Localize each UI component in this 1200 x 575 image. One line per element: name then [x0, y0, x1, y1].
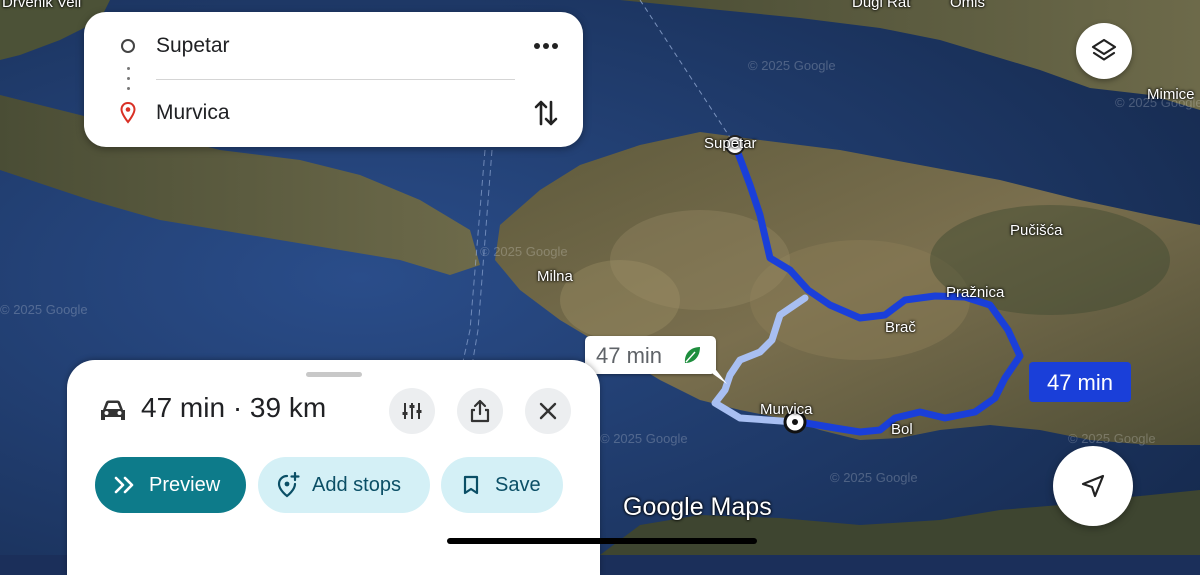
place-label-pucisca: Pučišća: [1010, 222, 1063, 239]
more-horizontal-icon: [534, 43, 558, 49]
add-stops-button[interactable]: Add stops: [258, 457, 430, 513]
swap-direction-button[interactable]: [533, 98, 559, 128]
layers-button[interactable]: [1076, 23, 1132, 79]
map-watermark: © 2025 Google: [600, 431, 688, 446]
share-icon: [470, 399, 490, 423]
route-options-button[interactable]: [389, 388, 435, 434]
place-label-omis: Omiš: [950, 0, 985, 11]
route-summary: 47 min · 39 km: [141, 392, 327, 423]
map-watermark: © 2025 Google: [748, 58, 836, 73]
map-watermark: © 2025 Google: [0, 302, 88, 317]
place-label-supetar: Supetar: [704, 135, 757, 152]
add-location-icon: [277, 472, 300, 498]
add-stops-label: Add stops: [312, 474, 401, 496]
destination-field[interactable]: Murvica: [156, 93, 230, 133]
place-label-bol: Bol: [891, 421, 913, 438]
destination-row[interactable]: Murvica: [84, 93, 583, 133]
route-connector-dots: [127, 67, 130, 91]
place-label-dugi-rat: Dugi Rat: [852, 0, 911, 11]
route-divider: [156, 79, 515, 80]
layers-icon: [1091, 38, 1117, 61]
place-label-brac: Brač: [885, 319, 916, 336]
double-chevron-right-icon: [114, 476, 134, 494]
place-label-milna: Milna: [537, 268, 573, 285]
more-options-button[interactable]: [531, 34, 561, 58]
map-watermark: © 2025 Google: [830, 470, 918, 485]
swap-vertical-icon: [534, 100, 558, 126]
map-watermark: © 2025 Google: [1115, 95, 1200, 110]
google-maps-logo: Google Maps: [623, 493, 772, 521]
close-button[interactable]: [525, 388, 571, 434]
place-label-drvenik-veli: Drvenik Veli: [2, 0, 82, 11]
home-indicator[interactable]: [447, 538, 757, 544]
close-icon: [539, 402, 557, 420]
save-button[interactable]: Save: [441, 457, 563, 513]
place-label-murvica: Murvica: [760, 401, 813, 418]
label-pointer: [713, 366, 727, 384]
save-label: Save: [495, 474, 541, 496]
alternate-route-time: 47 min: [596, 343, 663, 368]
place-label-praznica: Pražnica: [946, 284, 1005, 301]
alternate-route-time-label[interactable]: 47 min: [585, 336, 727, 384]
navigation-arrow-icon: [1081, 474, 1105, 498]
origin-field[interactable]: Supetar: [156, 26, 230, 66]
drag-handle[interactable]: [306, 372, 362, 377]
car-icon: [101, 400, 125, 420]
tune-icon: [402, 403, 422, 419]
red-pin-icon: [120, 102, 136, 124]
bookmark-icon: [463, 475, 479, 495]
my-location-button[interactable]: [1053, 446, 1133, 526]
map-watermark: © 2025 Google: [1068, 431, 1156, 446]
origin-row[interactable]: Supetar: [84, 26, 583, 66]
eco-leaf-icon: [684, 347, 700, 363]
share-button[interactable]: [457, 388, 503, 434]
main-route-time-label[interactable]: 47 min: [1029, 362, 1131, 402]
map-watermark: © 2025 Google: [480, 244, 568, 259]
preview-button[interactable]: Preview: [95, 457, 246, 513]
preview-label: Preview: [149, 474, 221, 496]
circle-outline-icon: [121, 39, 135, 53]
route-card: Supetar Murvica: [84, 12, 583, 147]
main-route-time: 47 min: [1046, 370, 1114, 395]
